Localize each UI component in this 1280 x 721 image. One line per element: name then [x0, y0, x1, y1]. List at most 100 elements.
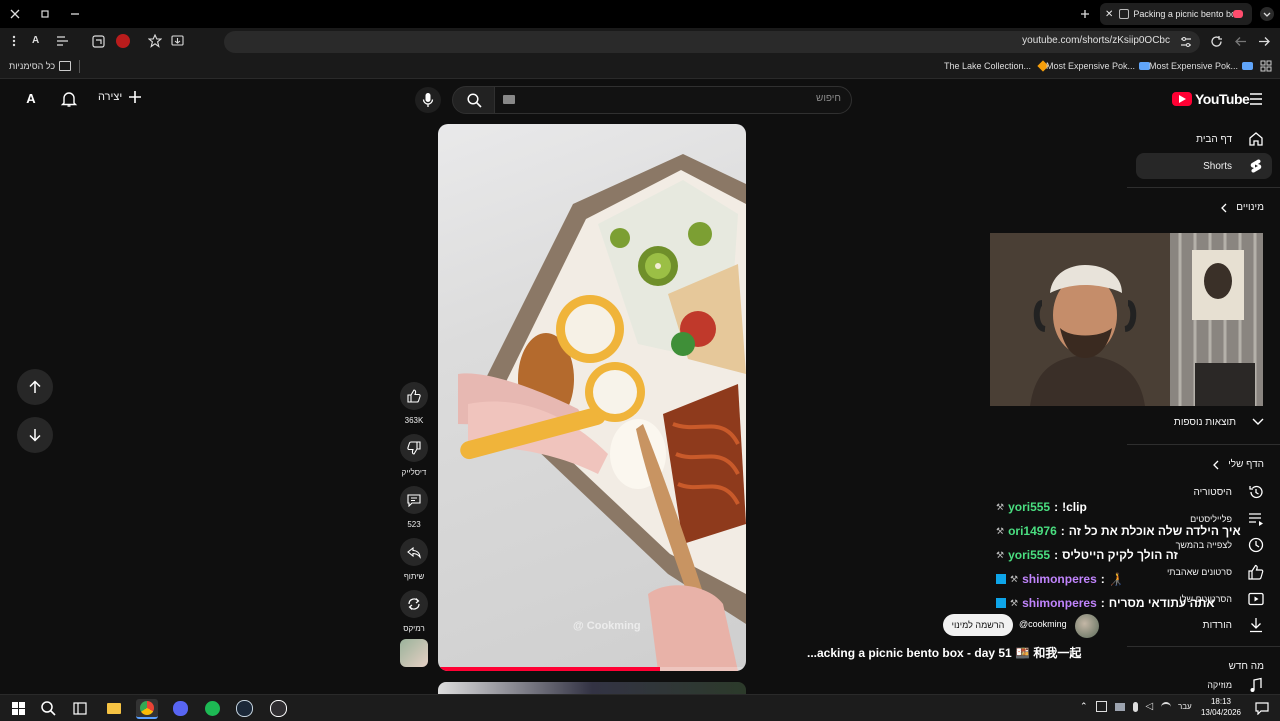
sidebar-item-label: לצפייה בהמשך — [1175, 540, 1232, 550]
create-button[interactable]: יצירה — [98, 90, 142, 104]
site-settings-icon[interactable] — [1180, 36, 1192, 48]
short-title: ...acking a picnic bento box - day 51 🍱 … — [807, 646, 1082, 660]
history-icon — [1249, 485, 1263, 499]
bookmark-star-icon[interactable] — [148, 34, 162, 48]
short-video-player[interactable]: @ Cookming — [438, 124, 746, 671]
like-button[interactable] — [400, 382, 428, 410]
bookmarks-folder[interactable]: כל הסימניות — [9, 61, 72, 71]
subscriptions-header[interactable]: מינויים — [1220, 202, 1264, 213]
install-app-icon[interactable] — [171, 35, 184, 47]
close-window-icon[interactable] — [5, 4, 25, 24]
extensions-icon[interactable] — [92, 35, 105, 48]
hamburger-menu-icon[interactable] — [1249, 93, 1263, 105]
voice-search-button[interactable] — [415, 87, 441, 113]
channel-avatar[interactable] — [1075, 614, 1099, 638]
chat-username: yori555 — [1008, 500, 1051, 514]
profile-icon[interactable]: A — [32, 35, 39, 46]
taskbar-clock[interactable]: 18:13 13/04/2026 — [1200, 696, 1242, 718]
comments-button[interactable] — [400, 486, 428, 514]
apps-grid-icon[interactable] — [1260, 60, 1272, 72]
keyboard-language[interactable]: עבר — [1178, 702, 1192, 711]
tab-search-icon[interactable] — [1257, 4, 1277, 24]
sidebar-item-downloads[interactable]: הורדות — [1203, 612, 1264, 638]
tray-overflow-icon[interactable]: ⌃ — [1080, 701, 1088, 712]
search-placeholder: חיפוש — [816, 93, 841, 104]
chrome-taskbar-icon[interactable] — [136, 699, 158, 719]
spotify-taskbar-icon[interactable] — [202, 699, 222, 717]
previous-short-button[interactable] — [17, 369, 53, 405]
tray-volume-icon[interactable]: ◁ — [1146, 701, 1154, 712]
you-header[interactable]: הדף שלי — [1212, 459, 1264, 470]
tray-microphone-icon[interactable] — [1132, 701, 1138, 712]
sidebar-item-music[interactable]: מוזיקה — [1207, 677, 1264, 693]
keyboard-icon[interactable] — [503, 95, 515, 104]
comment-icon — [407, 494, 421, 507]
taskbar-search-icon[interactable] — [38, 699, 58, 717]
tray-network-icon[interactable] — [1114, 702, 1125, 711]
new-tab-icon[interactable] — [1075, 4, 1095, 24]
video-progress-fill — [438, 667, 660, 671]
bookmark-item[interactable]: The Lake Collection... — [944, 60, 1049, 72]
moderator-badge-icon: ⚒ — [996, 525, 1005, 536]
windows-start-icon[interactable] — [8, 699, 28, 717]
bookmark-item[interactable]: Most Expensive Pok... — [1149, 61, 1254, 71]
subscribe-button[interactable]: הרשמה למינוי — [943, 614, 1013, 636]
notifications-bell-icon[interactable] — [60, 90, 78, 108]
chat-text: זה הולך לקיק הייטליס — [1062, 548, 1178, 562]
dislike-button[interactable] — [400, 434, 428, 462]
arrow-down-icon — [29, 429, 41, 442]
back-icon[interactable] — [1234, 35, 1247, 48]
discord-taskbar-icon[interactable] — [170, 699, 190, 717]
obs-taskbar-icon[interactable] — [268, 699, 288, 717]
tray-app-icon[interactable] — [1095, 701, 1107, 712]
sidebar-item-label: פלייליסטים — [1190, 514, 1232, 524]
plus-icon — [129, 91, 142, 103]
remix-button[interactable] — [400, 590, 428, 618]
search-button[interactable] — [452, 86, 496, 114]
chat-text: איך הילדה שלה אוכלת את כל זה — [1068, 524, 1241, 538]
address-bar[interactable]: youtube.com/shorts/zKsiip0OCbc — [224, 31, 1200, 53]
minimize-window-icon[interactable] — [65, 4, 85, 24]
browser-menu-icon[interactable] — [8, 34, 20, 48]
youtube-header: A יצירה חיפוש YouTube — [0, 80, 1280, 120]
browser-tab[interactable]: ✕ Packing a picnic bento box — [1100, 3, 1252, 25]
share-button[interactable] — [400, 538, 428, 566]
reading-list-icon[interactable] — [56, 35, 69, 47]
show-more-button[interactable]: תוצאות נוספות — [1174, 409, 1264, 435]
next-short-preview[interactable] — [438, 682, 746, 694]
tray-wifi-icon[interactable] — [1161, 701, 1172, 712]
shorts-icon — [1250, 159, 1262, 173]
search-input[interactable]: חיפוש — [494, 86, 852, 114]
bookmark-item[interactable]: Most Expensive Pok... — [1046, 61, 1151, 71]
channel-handle[interactable]: @cookming — [1019, 619, 1067, 629]
youtube-logo[interactable]: YouTube — [1172, 91, 1250, 107]
task-view-icon[interactable] — [70, 699, 90, 717]
sidebar-item-history[interactable]: היסטוריה — [1194, 479, 1265, 505]
chat-username: yori555 — [1008, 548, 1051, 562]
tab-close-icon[interactable]: ✕ — [1105, 9, 1113, 20]
webcam-overlay — [990, 233, 1263, 406]
sidebar-item-label: דף הבית — [1196, 133, 1232, 145]
chat-username: ori14976 — [1008, 524, 1057, 538]
forward-icon[interactable] — [1258, 35, 1271, 48]
sidebar-item-liked[interactable]: סרטונים שאהבתי — [1167, 559, 1264, 585]
sidebar-item-label: הורדות — [1202, 619, 1232, 631]
video-progress-track[interactable] — [438, 667, 746, 671]
steam-taskbar-icon[interactable] — [234, 699, 254, 717]
sound-thumbnail[interactable] — [400, 639, 428, 667]
like-icon — [1248, 564, 1264, 580]
notification-center-icon[interactable] — [1252, 699, 1272, 717]
restore-window-icon[interactable] — [35, 4, 55, 24]
sidebar-item-home[interactable]: דף הבית — [1196, 126, 1264, 152]
next-short-button[interactable] — [17, 417, 53, 453]
sidebar-item-shorts[interactable]: Shorts — [1203, 153, 1264, 179]
sidebar-item-label: סרטונים שאהבתי — [1166, 567, 1232, 577]
chat-text: 🧑‍🦯 — [1108, 572, 1124, 586]
remix-icon — [408, 598, 420, 610]
extension-badge-icon[interactable] — [116, 34, 130, 48]
file-explorer-icon[interactable] — [104, 699, 124, 717]
account-avatar-icon[interactable]: A — [22, 91, 40, 109]
reload-icon[interactable] — [1210, 35, 1223, 48]
moderator-badge-icon: ⚒ — [996, 501, 1005, 512]
chat-text: אתה עתודאי מסריח — [1108, 596, 1215, 610]
